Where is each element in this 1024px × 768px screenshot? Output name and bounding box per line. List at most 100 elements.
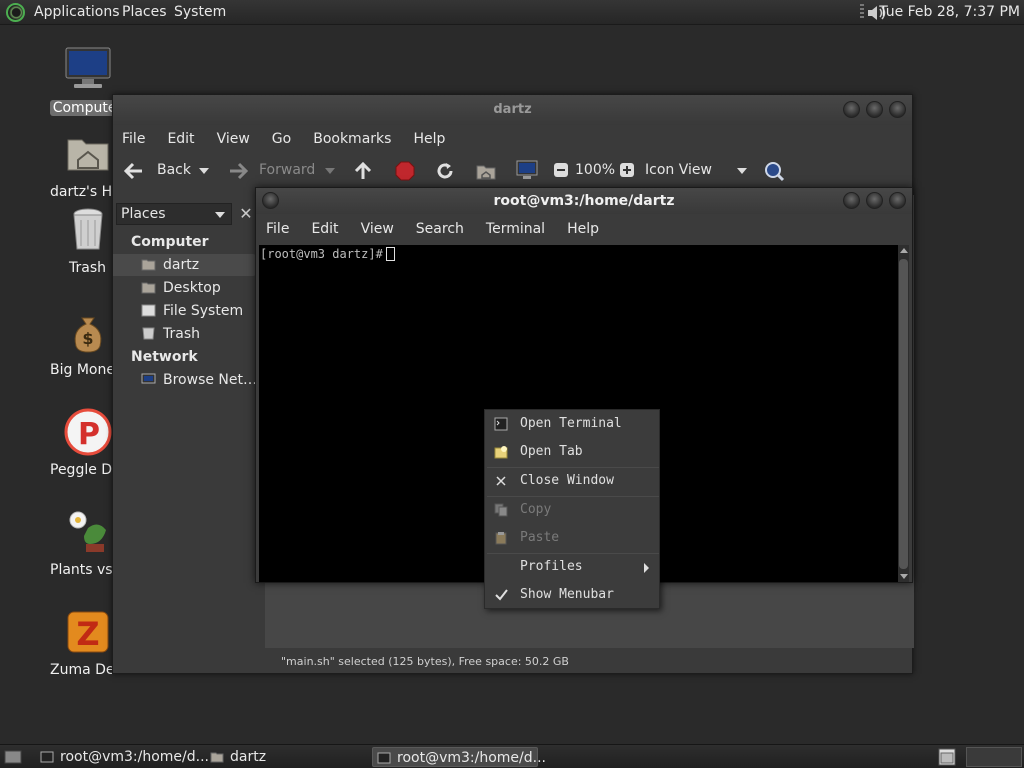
close-button[interactable] [889,101,906,118]
taskbar-item-label: dartz [230,749,267,765]
scroll-down-arrow-icon[interactable] [900,574,908,579]
scroll-up-arrow-icon[interactable] [900,248,908,253]
maximize-button[interactable] [866,192,883,209]
sidebar-heading-network: Network [131,349,198,365]
menu-item-copy[interactable]: Copy [485,497,659,523]
close-button[interactable] [889,192,906,209]
menu-view[interactable]: View [361,221,404,237]
sidebar-item-file-system[interactable]: File System [113,300,256,322]
taskbar-item-dartz[interactable]: dartz [206,747,356,767]
window-title: dartz [493,102,532,117]
network-icon [141,373,156,384]
sidebar-item-browse-network[interactable]: Browse Net… [113,369,256,391]
menu-help[interactable]: Help [413,131,455,147]
chevron-down-icon [215,212,225,218]
desktop-folder-icon [141,282,156,294]
up-arrow-icon[interactable] [353,161,373,181]
workspace-2[interactable] [966,747,1022,767]
menu-go[interactable]: Go [272,131,301,147]
terminal-menubar: File Edit View Search Terminal Help [256,214,912,244]
plants-vs-zombies-icon [64,508,112,556]
money-bag-icon: $ [64,308,112,356]
sidebar-item-label: File System [163,303,244,319]
menu-item-show-menubar[interactable]: Show Menubar [485,582,659,608]
maximize-button[interactable] [866,101,883,118]
menu-item-profiles[interactable]: Profiles [485,554,659,580]
terminal-icon [494,417,508,431]
computer-icon [64,46,112,94]
back-history-chevron-down-icon[interactable] [199,168,209,174]
menu-terminal[interactable]: Terminal [486,221,555,237]
file-manager-toolbar: Back Forward 100% Icon View [113,153,912,191]
taskbar-item-terminal[interactable]: root@vm3:/home/d... [36,747,209,767]
taskbar-item-terminal-active[interactable]: root@vm3:/home/d... [372,747,546,767]
menu-edit[interactable]: Edit [167,131,204,147]
taskbar-item-label: root@vm3:/home/d... [60,749,209,765]
menu-file[interactable]: File [122,131,155,147]
search-icon[interactable] [763,160,785,182]
menu-item-paste[interactable]: Paste [485,525,659,551]
panel-clock[interactable]: Tue Feb 28, 7:37 PM [879,4,1020,20]
top-panel: Applications Places System Tue Feb 28, 7… [0,0,1024,25]
menu-item-close-window[interactable]: Close Window [485,468,659,494]
menu-item-label: Copy [520,502,552,517]
menu-item-open-terminal[interactable]: Open Terminal [485,411,659,437]
view-mode-chevron-down-icon[interactable] [737,168,747,174]
zoom-level[interactable]: 100% [575,162,615,178]
stop-icon[interactable] [395,161,415,181]
check-icon [495,589,508,601]
menu-item-label: Paste [520,530,560,545]
bottom-panel: root@vm3:/home/d... dartz root@vm3:/home… [0,744,1024,768]
sidebar-heading-computer: Computer [131,234,209,250]
close-sidebar-icon[interactable]: ✕ [235,203,257,225]
terminal-icon [377,752,391,764]
window-title: root@vm3:/home/dartz [493,193,675,209]
drive-icon [141,304,156,317]
computer-icon[interactable] [515,160,539,182]
sidebar-item-label: dartz [163,257,200,273]
terminal-titlebar[interactable]: root@vm3:/home/dartz [256,188,912,214]
menu-search[interactable]: Search [416,221,474,237]
taskbar-item-label: root@vm3:/home/d... [397,750,546,766]
places-selector[interactable]: Places [116,203,232,225]
menu-view[interactable]: View [217,131,260,147]
file-manager-titlebar[interactable]: dartz [113,95,912,125]
distro-logo-icon[interactable] [6,3,25,22]
new-tab-icon [494,446,508,459]
menu-bookmarks[interactable]: Bookmarks [313,131,401,147]
menu-item-label: Open Tab [520,444,583,459]
forward-button[interactable]: Forward [259,162,315,178]
status-bar: "main.sh" selected (125 bytes), Free spa… [281,655,569,668]
zoom-in-icon[interactable] [619,162,635,178]
panel-handle [860,4,864,20]
back-button[interactable]: Back [157,162,191,178]
zoom-out-icon[interactable] [553,162,569,178]
system-menu[interactable]: System [174,4,226,20]
view-mode-select[interactable]: Icon View [645,162,712,178]
home-folder-icon [64,130,112,178]
menu-file[interactable]: File [266,221,299,237]
minimize-button[interactable] [843,101,860,118]
applications-menu[interactable]: Applications [34,4,120,20]
scrollbar-thumb[interactable] [899,259,908,569]
show-desktop-icon[interactable] [4,749,22,765]
sidebar-item-dartz[interactable]: dartz [113,254,256,276]
home-folder-icon [210,752,224,763]
back-arrow-icon[interactable] [123,161,145,181]
places-menu[interactable]: Places [122,4,167,20]
sidebar-item-trash[interactable]: Trash [113,323,256,345]
home-icon[interactable] [475,161,497,181]
menu-item-open-tab[interactable]: Open Tab [485,439,659,465]
forward-history-chevron-down-icon [325,168,335,174]
reload-icon[interactable] [435,161,455,181]
terminal-scrollbar[interactable] [898,245,909,582]
workspace-switcher-icon[interactable] [938,748,956,766]
window-menu-button[interactable] [262,192,279,209]
trash-icon [64,206,112,254]
minimize-button[interactable] [843,192,860,209]
menu-help[interactable]: Help [567,221,609,237]
sidebar-item-desktop[interactable]: Desktop [113,277,256,299]
peggle-icon: P [64,408,112,456]
menu-edit[interactable]: Edit [311,221,348,237]
sidebar-item-label: Desktop [163,280,221,296]
